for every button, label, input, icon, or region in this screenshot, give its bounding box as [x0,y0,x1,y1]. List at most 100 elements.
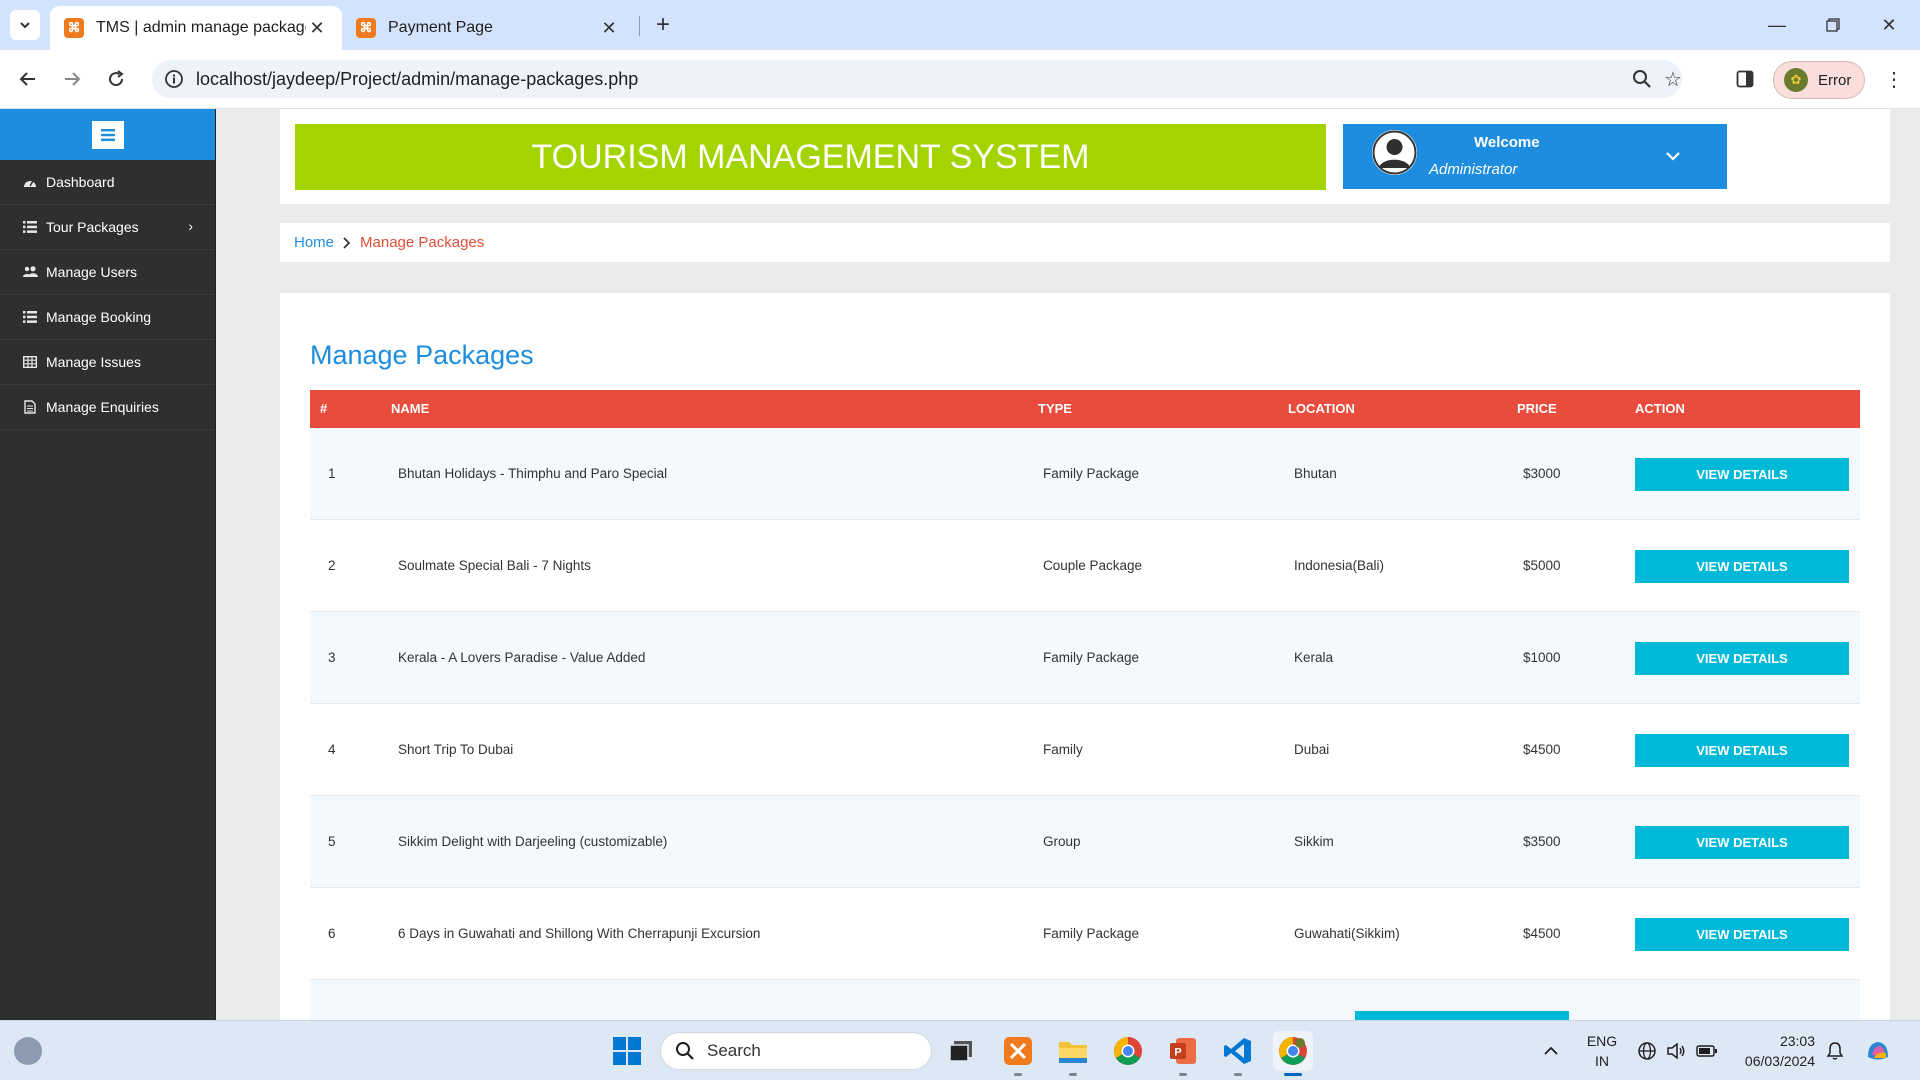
cell-number: 1 [328,466,336,481]
cell-name: Soulmate Special Bali - 7 Nights [398,558,591,573]
vscode-app-icon[interactable] [1218,1031,1258,1071]
region-label: IN [1595,1053,1609,1069]
task-view-icon[interactable] [941,1031,981,1071]
xampp-app-icon[interactable] [998,1031,1038,1071]
cell-type: Family Package [1043,926,1140,941]
close-tab-icon[interactable]: ✕ [598,17,620,39]
site-info-icon[interactable] [162,67,186,91]
chevron-right-icon [342,236,352,250]
file-explorer-icon[interactable] [1053,1031,1093,1071]
show-hidden-icons-button[interactable] [1543,1021,1559,1080]
zoom-icon[interactable] [1630,67,1654,91]
start-button[interactable] [607,1031,647,1071]
cell-location: Kerala [1294,650,1334,665]
profile-button[interactable]: ✿ Error [1773,61,1865,99]
weather-widget-icon[interactable] [14,1037,42,1065]
bookmark-star-icon[interactable]: ☆ [1661,67,1685,91]
site-title: TOURISM MANAGEMENT SYSTEM [295,124,1326,190]
cell-name: Sikkim Delight with Darjeeling (customiz… [398,834,668,849]
clock-time: 23:03 [1779,1033,1815,1049]
cell-price: $5000 [1523,558,1561,573]
back-button[interactable] [11,62,45,96]
table-row: 2 Soulmate Special Bali - 7 Nights Coupl… [310,520,1860,612]
search-placeholder: Search [707,1041,761,1060]
url-text[interactable]: localhost/jaydeep/Project/admin/manage-p… [196,60,638,98]
view-details-button[interactable] [1355,1011,1569,1020]
view-details-button[interactable]: VIEW DETAILS [1635,826,1849,859]
breadcrumb-current: Manage Packages [360,234,485,251]
cell-price: $1000 [1523,650,1561,665]
forward-button[interactable] [55,62,89,96]
cell-location: Guwahati(Sikkim) [1294,926,1400,941]
cell-type: Family Package [1043,650,1140,665]
sidebar-item-manage-users[interactable]: Manage Users [0,250,215,295]
browser-toolbar: localhost/jaydeep/Project/admin/manage-p… [0,50,1920,109]
powerpoint-app-icon[interactable]: P [1163,1031,1203,1071]
view-details-button[interactable]: VIEW DETAILS [1635,458,1849,491]
view-details-button[interactable]: VIEW DETAILS [1635,734,1849,767]
restore-button[interactable] [1810,8,1856,42]
reload-button[interactable] [99,62,133,96]
running-indicator [1179,1073,1187,1076]
cell-name: Kerala - A Lovers Paradise - Value Added [398,650,646,665]
running-indicator [1014,1073,1022,1076]
language-label: ENG [1586,1033,1618,1049]
main-content-panel: Manage Packages # NAME TYPE LOCATION PRI… [280,293,1890,1020]
user-dropdown[interactable]: Welcome Administrator [1343,124,1727,189]
table-row: 4 Short Trip To Dubai Family Dubai $4500… [310,704,1860,796]
copilot-icon[interactable] [1864,1021,1892,1080]
sidebar-item-dashboard[interactable]: Dashboard [0,160,215,205]
tab-title: Payment Page [388,19,493,36]
sidebar-item-label: Manage Enquiries [46,399,159,415]
minimize-button[interactable]: — [1754,8,1800,42]
view-details-button[interactable]: VIEW DETAILS [1635,918,1849,951]
view-details-button[interactable]: VIEW DETAILS [1635,550,1849,583]
menu-toggle-button[interactable] [91,120,124,149]
table-row: 6 6 Days in Guwahati and Shillong With C… [310,888,1860,980]
network-icon[interactable] [1637,1021,1657,1080]
close-tab-icon[interactable]: ✕ [306,17,328,39]
view-details-button[interactable]: VIEW DETAILS [1635,642,1849,675]
sidebar-item-manage-issues[interactable]: Manage Issues [0,340,215,385]
sidebar-item-tour-packages[interactable]: Tour Packages › [0,205,215,250]
chrome-active-app-icon[interactable] [1273,1031,1313,1071]
search-icon [675,1041,695,1061]
tab-search-button[interactable] [10,10,40,40]
cell-name: 6 Days in Guwahati and Shillong With Che… [398,926,761,941]
input-language-indicator[interactable]: ENG IN [1585,1031,1619,1071]
address-bar[interactable]: localhost/jaydeep/Project/admin/manage-p… [152,60,1682,98]
cell-number: 4 [328,742,336,757]
chrome-app-icon[interactable] [1108,1031,1148,1071]
system-clock[interactable]: 23:03 06/03/2024 [1735,1031,1815,1071]
volume-icon[interactable] [1666,1021,1686,1080]
reload-icon [109,70,124,87]
svg-text:P: P [1174,1047,1181,1059]
table-row [310,980,1860,1020]
cell-location: Sikkim [1294,834,1334,849]
table-row: 5 Sikkim Delight with Darjeeling (custom… [310,796,1860,888]
sidebar-item-manage-booking[interactable]: Manage Booking [0,295,215,340]
windows-taskbar: Search P ENG IN 23:03 06/03/2024 [0,1020,1920,1080]
tab-admin-manage-packages[interactable]: ⌘ TMS | admin manage packages ✕ [50,6,342,50]
notifications-bell-icon[interactable] [1826,1021,1844,1080]
table-header: # NAME TYPE LOCATION PRICE ACTION [310,390,1860,428]
cell-type: Couple Package [1043,558,1143,573]
new-tab-button[interactable]: + [648,10,678,40]
cell-price: $3000 [1523,466,1561,481]
sidebar-item-label: Dashboard [46,174,115,190]
xampp-favicon-icon: ⌘ [64,18,84,38]
breadcrumb-home-link[interactable]: Home [294,234,334,251]
taskbar-search[interactable]: Search [660,1032,932,1070]
tab-payment-page[interactable]: ⌘ Payment Page ✕ [342,6,634,50]
browser-menu-icon[interactable]: ⋮ [1879,64,1909,94]
clock-date: 06/03/2024 [1744,1053,1815,1069]
sidebar-item-manage-enquiries[interactable]: Manage Enquiries [0,385,215,430]
cell-price: $4500 [1523,742,1561,757]
table-icon [22,356,38,368]
profile-label: Error [1818,71,1852,89]
side-panel-icon[interactable] [1730,64,1760,94]
close-window-button[interactable]: ✕ [1866,8,1912,42]
battery-icon[interactable] [1696,1021,1718,1080]
tab-title: TMS | admin manage packages [96,19,306,36]
sidebar-item-label: Manage Booking [46,309,152,325]
